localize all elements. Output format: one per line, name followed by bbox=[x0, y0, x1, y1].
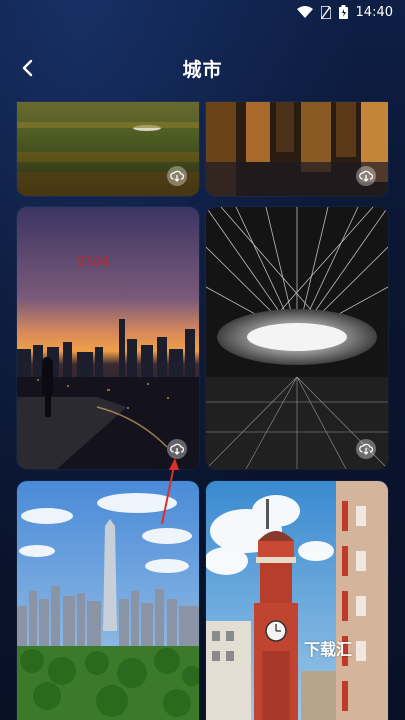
wallpaper-card[interactable] bbox=[17, 481, 199, 720]
status-bar: 14:40 bbox=[0, 0, 405, 24]
cloud-download-icon bbox=[359, 443, 373, 455]
wallpaper-card[interactable] bbox=[17, 102, 199, 196]
wallpaper-card[interactable]: 下载汇 bbox=[206, 481, 388, 720]
overlay-text: 2564 bbox=[77, 255, 111, 270]
cloud-download-icon bbox=[170, 170, 184, 182]
wallpaper-image bbox=[206, 481, 388, 720]
back-button[interactable] bbox=[14, 54, 42, 82]
wallpaper-image bbox=[17, 207, 199, 469]
wallpaper-image bbox=[206, 207, 388, 469]
download-button[interactable] bbox=[167, 166, 187, 186]
download-button[interactable] bbox=[167, 439, 187, 459]
header: 城市 bbox=[0, 48, 405, 88]
cloud-download-icon bbox=[170, 443, 184, 455]
wallpaper-image bbox=[17, 481, 199, 720]
wifi-icon bbox=[296, 6, 313, 18]
page-title: 城市 bbox=[182, 58, 223, 81]
wallpaper-card[interactable] bbox=[206, 102, 388, 196]
sim-icon bbox=[320, 5, 331, 19]
download-button[interactable] bbox=[356, 166, 376, 186]
chevron-left-icon bbox=[22, 59, 33, 77]
watermark-text: 下载汇 bbox=[304, 640, 353, 659]
battery-icon bbox=[338, 5, 348, 19]
cloud-download-icon bbox=[359, 170, 373, 182]
status-time: 14:40 bbox=[355, 4, 393, 20]
wallpaper-card[interactable] bbox=[206, 207, 388, 469]
download-button[interactable] bbox=[356, 439, 376, 459]
wallpaper-card[interactable]: 2564 bbox=[17, 207, 199, 469]
